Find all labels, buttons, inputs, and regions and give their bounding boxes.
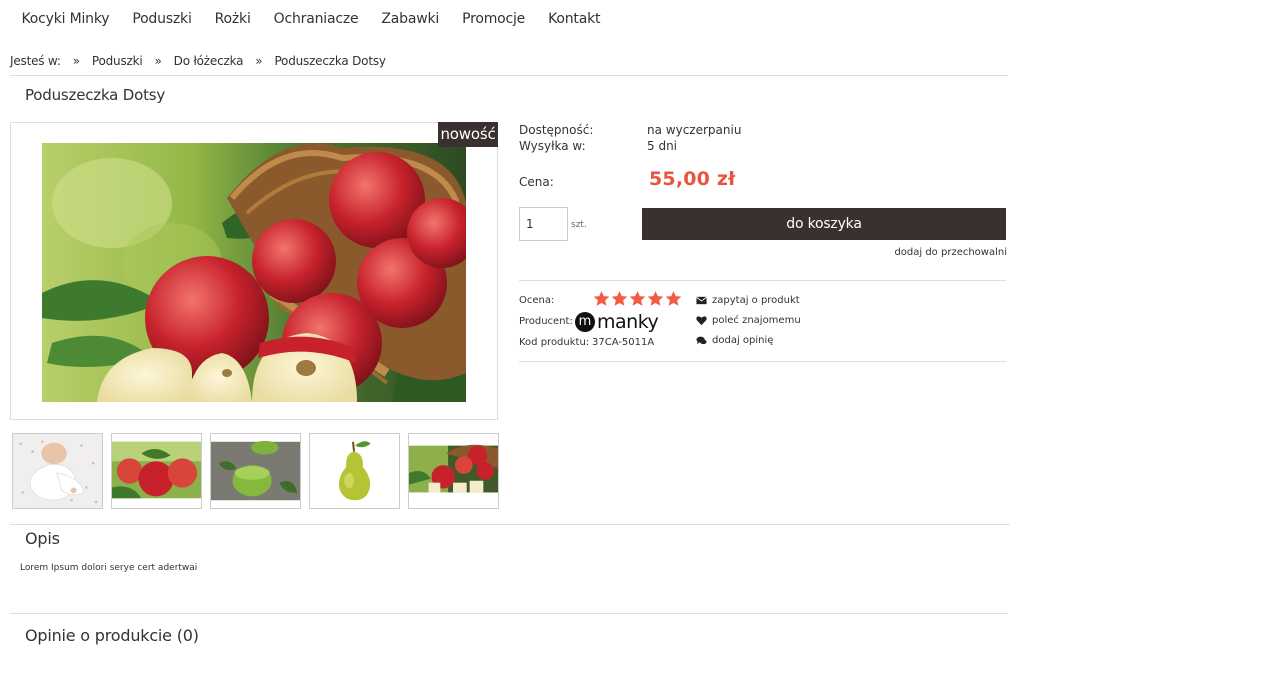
quantity-unit: szt.: [571, 220, 587, 230]
nav-item-kocyki-minky[interactable]: Kocyki Minky: [10, 11, 121, 27]
thumbnail-apples-basket[interactable]: [408, 433, 499, 509]
availability-value: na wyczerpaniu: [647, 123, 742, 137]
nav-item-kontakt[interactable]: Kontakt: [537, 11, 612, 27]
ask-about-product-label: zapytaj o produkt: [712, 295, 800, 306]
star-icon: [629, 291, 646, 306]
star-icon: [647, 291, 664, 306]
product-code-label: Kod produktu:: [519, 337, 590, 348]
quantity-input[interactable]: [519, 207, 568, 241]
new-badge: nowość: [438, 122, 498, 147]
divider: [519, 361, 1006, 362]
nav-item-promocje[interactable]: Promocje: [451, 11, 537, 27]
price-label: Cena:: [519, 175, 554, 189]
main-image-frame: [10, 122, 498, 420]
availability-label: Dostępność:: [519, 123, 594, 137]
producer-logo[interactable]: m manky: [575, 311, 659, 333]
add-to-cart-button[interactable]: do koszyka: [642, 208, 1006, 240]
top-navigation: Kocyki Minky Poduszki Rożki Ochraniacze …: [10, 0, 612, 38]
breadcrumb: Jesteś w: » Poduszki » Do łóżeczka » Pod…: [10, 54, 386, 68]
description-title: Opis: [25, 529, 60, 548]
envelope-icon: [696, 296, 707, 305]
recommend-label: poleć znajomemu: [712, 315, 801, 326]
breadcrumb-current: Poduszeczka Dotsy: [274, 54, 386, 68]
star-icon: [665, 291, 682, 306]
comments-icon: [696, 336, 707, 345]
add-review-label: dodaj opinię: [712, 335, 774, 346]
thumbnail-strip: [12, 433, 499, 509]
thumbnail-smoothie[interactable]: [210, 433, 301, 509]
description-text: Lorem Ipsum dolori serye cert adertwai: [20, 563, 198, 573]
nav-item-poduszki[interactable]: Poduszki: [121, 11, 203, 27]
thumbnail-baby[interactable]: [12, 433, 103, 509]
producer-logo-text: manky: [597, 311, 659, 333]
product-price: 55,00 zł: [649, 168, 736, 190]
star-icon: [593, 291, 610, 306]
nav-item-rozki[interactable]: Rożki: [203, 11, 262, 27]
product-title: Poduszeczka Dotsy: [25, 86, 166, 104]
shipping-value: 5 dni: [647, 139, 678, 153]
reviews-title: Opinie o produkcie (0): [25, 626, 199, 645]
producer-label: Producent:: [519, 316, 573, 327]
add-to-storage-link[interactable]: dodaj do przechowalni: [894, 247, 1007, 258]
main-product-image[interactable]: [42, 143, 466, 402]
breadcrumb-separator: »: [255, 54, 263, 68]
shipping-label: Wysyłka w:: [519, 139, 586, 153]
breadcrumb-prefix: Jesteś w:: [10, 54, 61, 68]
nav-item-ochraniacze[interactable]: Ochraniacze: [262, 11, 370, 27]
ask-about-product-link[interactable]: zapytaj o produkt: [696, 295, 800, 306]
product-code-value: 37CA-5011A: [592, 337, 655, 348]
producer-logo-mark: m: [575, 312, 595, 332]
heart-icon: [696, 316, 707, 326]
breadcrumb-item-poduszki[interactable]: Poduszki: [92, 54, 143, 68]
breadcrumb-item-do-lozeczka[interactable]: Do łóżeczka: [174, 54, 244, 68]
divider: [519, 280, 1006, 281]
divider: [10, 613, 1008, 614]
rating-label: Ocena:: [519, 295, 555, 306]
recommend-link[interactable]: poleć znajomemu: [696, 315, 801, 326]
divider: [10, 75, 1008, 76]
nav-item-zabawki[interactable]: Zabawki: [370, 11, 451, 27]
star-icon: [611, 291, 628, 306]
thumbnail-apples[interactable]: [111, 433, 202, 509]
rating-stars[interactable]: [593, 290, 682, 307]
breadcrumb-separator: »: [72, 54, 80, 68]
add-review-link[interactable]: dodaj opinię: [696, 335, 773, 346]
thumbnail-pear[interactable]: [309, 433, 400, 509]
divider: [10, 524, 1010, 525]
breadcrumb-separator: »: [154, 54, 162, 68]
